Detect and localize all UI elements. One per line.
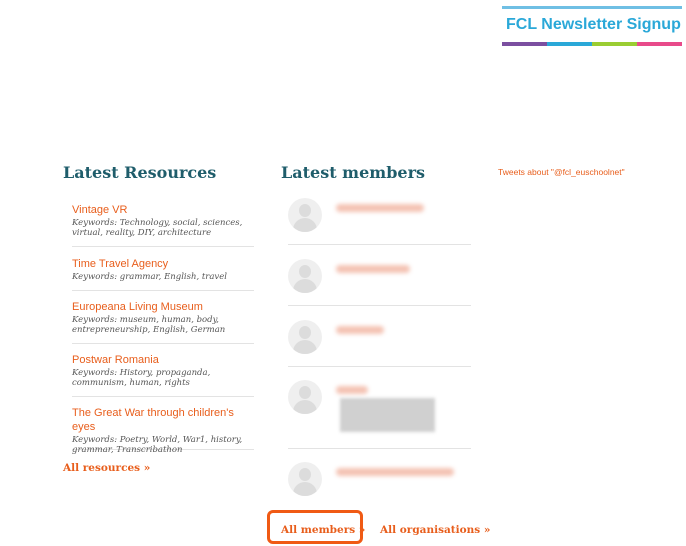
resource-title[interactable]: The Great War through children's eyes — [72, 406, 254, 434]
resource-keywords: Keywords: grammar, English, travel — [72, 272, 227, 282]
resource-title[interactable]: Postwar Romania — [72, 353, 254, 367]
all-members-link[interactable]: All members » — [281, 524, 365, 536]
all-organisations-link[interactable]: All organisations » — [380, 524, 490, 536]
resource-item[interactable]: The Great War through children's eyes Ke… — [72, 406, 254, 455]
member-name-redacted[interactable] — [336, 265, 410, 273]
member-info-redacted — [340, 398, 435, 432]
resource-keywords: Keywords: History, propaganda, communism… — [72, 368, 211, 388]
member-item[interactable] — [288, 196, 471, 245]
newsletter-stripe-green — [592, 42, 637, 46]
resource-keywords: Keywords: Poetry, World, War1, history, … — [72, 435, 243, 455]
member-item[interactable] — [288, 460, 471, 500]
resource-item[interactable]: Time Travel Agency Keywords: grammar, En… — [72, 257, 254, 291]
member-name-redacted[interactable] — [336, 204, 424, 212]
resource-item[interactable]: Europeana Living Museum Keywords: museum… — [72, 300, 254, 344]
resource-item[interactable]: Vintage VR Keywords: Technology, social,… — [72, 203, 254, 247]
avatar[interactable] — [288, 198, 322, 232]
newsletter-signup-label[interactable]: FCL Newsletter Signup — [506, 16, 681, 34]
member-name-redacted[interactable] — [336, 386, 368, 394]
tweets-link[interactable]: Tweets about "@fcl_euschoolnet" — [498, 167, 625, 177]
newsletter-stripe-purple — [502, 42, 547, 46]
resource-title[interactable]: Time Travel Agency — [72, 257, 254, 271]
avatar[interactable] — [288, 462, 322, 496]
member-item[interactable] — [288, 378, 471, 449]
member-item[interactable] — [288, 318, 471, 367]
newsletter-top-bar — [502, 6, 682, 9]
resource-keywords: Keywords: museum, human, body, entrepren… — [72, 315, 226, 335]
resource-title[interactable]: Vintage VR — [72, 203, 254, 217]
all-resources-link[interactable]: All resources » — [63, 462, 150, 474]
avatar[interactable] — [288, 380, 322, 414]
latest-members-heading: Latest members — [281, 163, 425, 182]
resource-keywords: Keywords: Technology, social, sciences, … — [72, 218, 243, 238]
newsletter-stripe-pink — [637, 42, 682, 46]
member-name-redacted[interactable] — [336, 468, 454, 476]
member-item[interactable] — [288, 257, 471, 306]
resource-item[interactable]: Postwar Romania Keywords: History, propa… — [72, 353, 254, 397]
newsletter-signup-banner[interactable]: FCL Newsletter Signup — [502, 6, 682, 46]
avatar[interactable] — [288, 320, 322, 354]
latest-resources-heading: Latest Resources — [63, 163, 217, 182]
member-name-redacted[interactable] — [336, 326, 384, 334]
avatar[interactable] — [288, 259, 322, 293]
resource-title[interactable]: Europeana Living Museum — [72, 300, 254, 314]
newsletter-stripe-blue — [547, 42, 592, 46]
